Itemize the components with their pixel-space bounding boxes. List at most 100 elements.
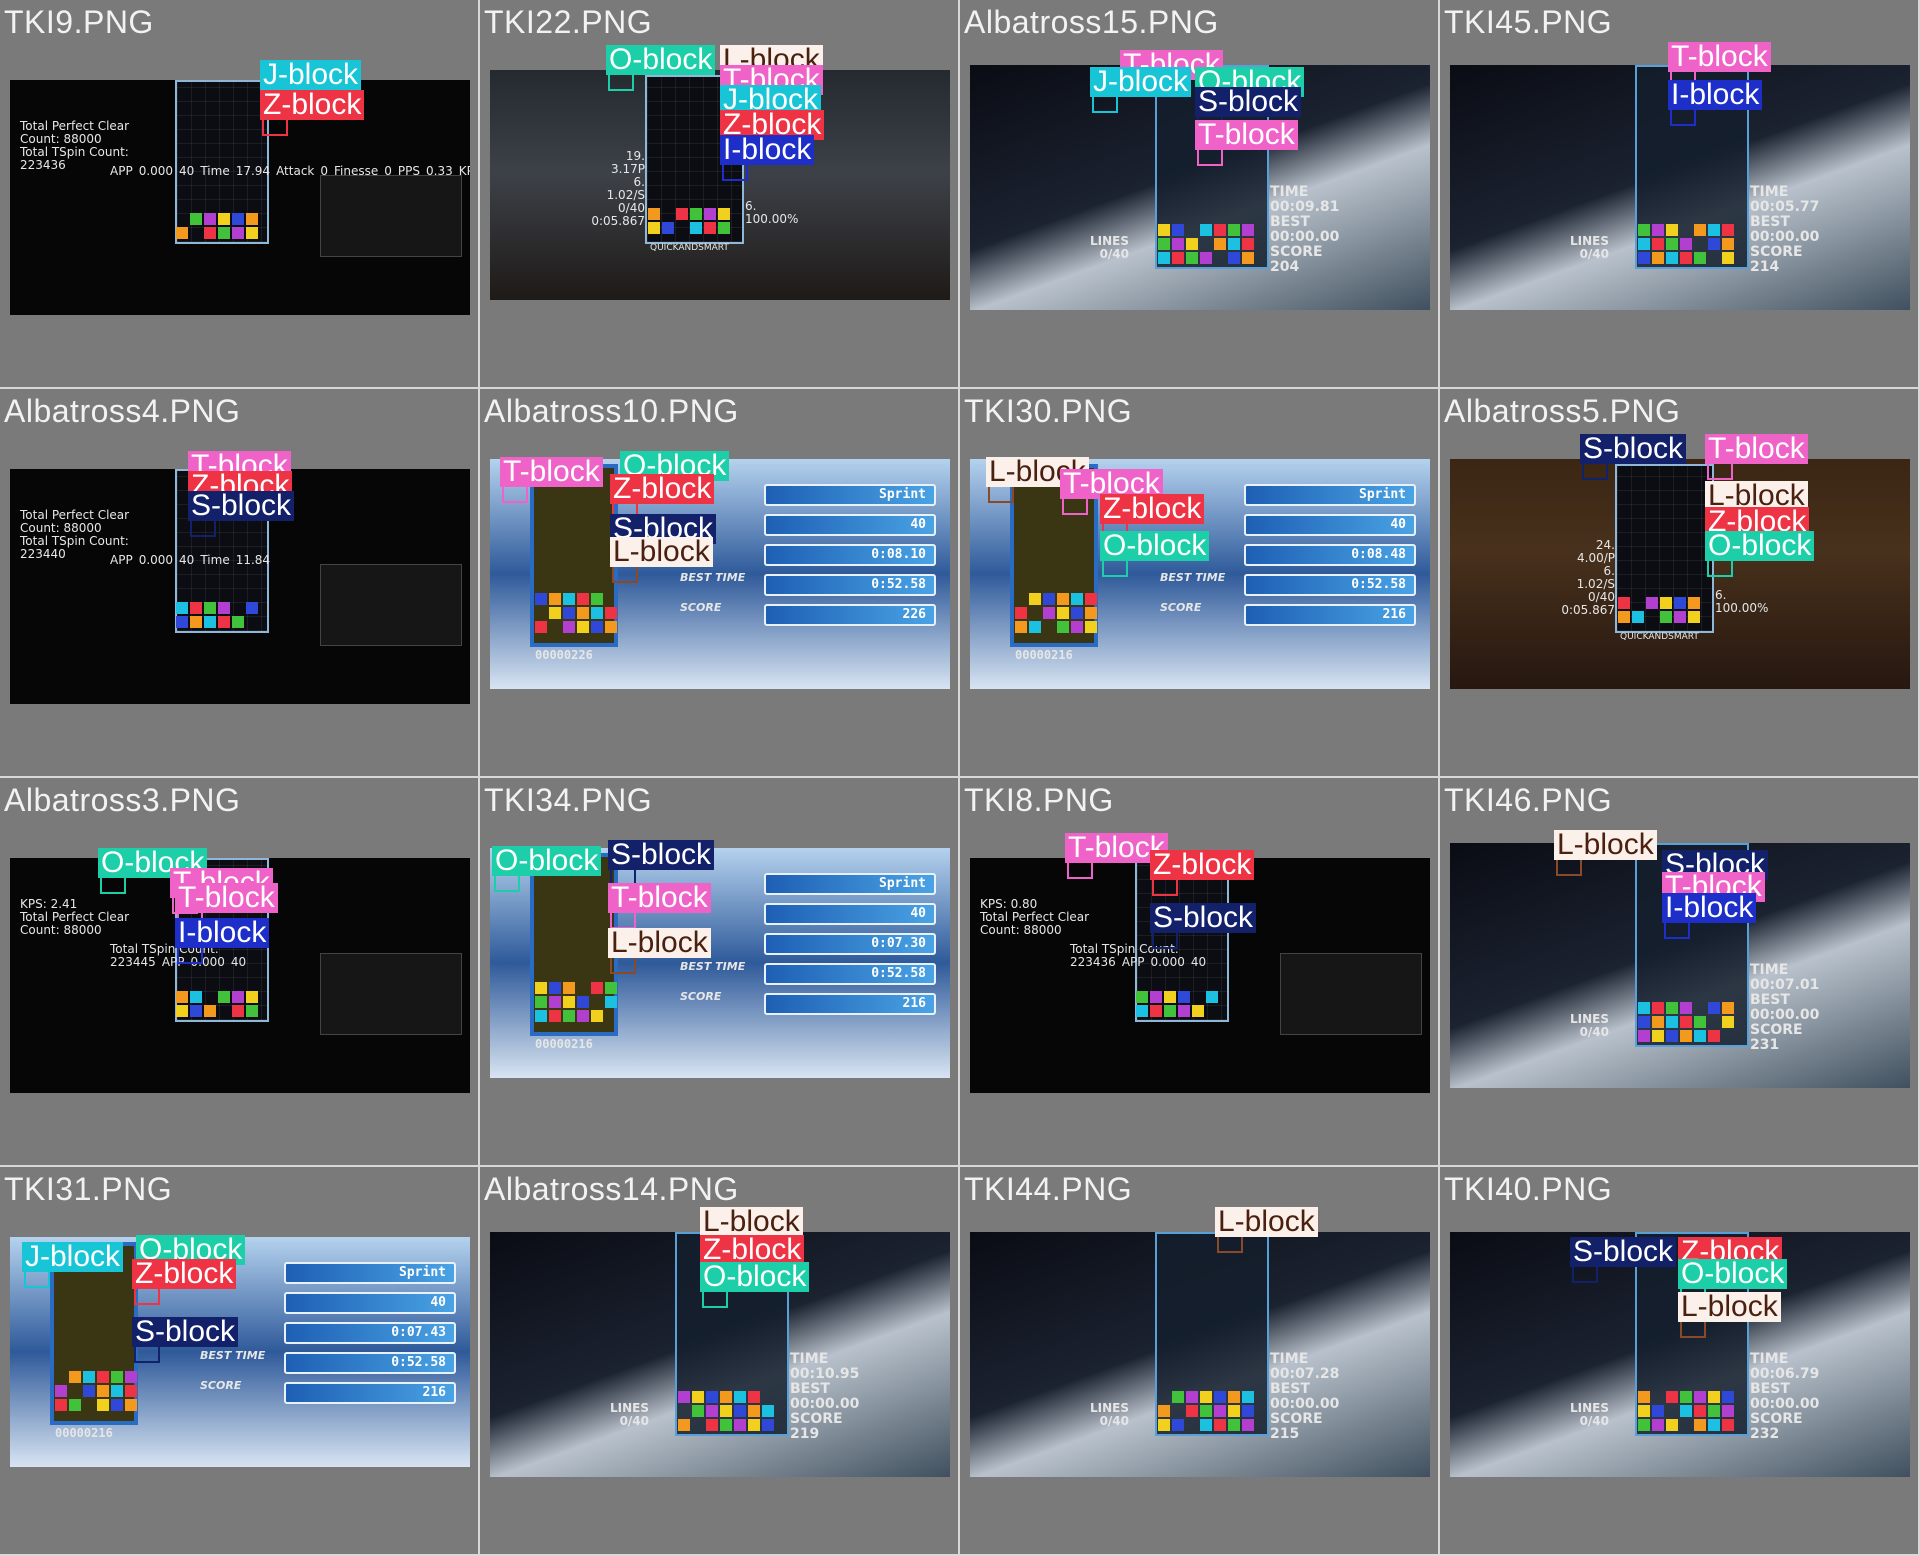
stack-cell bbox=[1722, 1405, 1734, 1417]
stat-value: 0.000 bbox=[138, 553, 174, 567]
stack-cell bbox=[1722, 238, 1734, 250]
tile-filename: Albatross5.PNG bbox=[1444, 393, 1681, 429]
detection-label: I-block bbox=[1662, 893, 1757, 923]
stack-cell bbox=[1029, 593, 1041, 605]
stack-cell bbox=[1178, 991, 1190, 1003]
stack-cell bbox=[734, 1419, 746, 1431]
stack-cell bbox=[720, 1391, 732, 1403]
detection-label: L-block bbox=[1678, 1292, 1781, 1322]
game-screenshot: 00000226 Sprint 40 0:08.10 0:52.58 226 BEST TI… bbox=[490, 459, 950, 689]
stack-cell bbox=[1666, 1030, 1678, 1042]
hud-bar: 40 bbox=[284, 1292, 456, 1314]
stat-text: TIME bbox=[1750, 184, 1789, 200]
hud-bar: 216 bbox=[1244, 604, 1416, 626]
tile-filename: TKI44.PNG bbox=[964, 1171, 1133, 1207]
stack-cell bbox=[1192, 1005, 1204, 1017]
stack-cell bbox=[1214, 1391, 1226, 1403]
stack-cell bbox=[111, 1371, 123, 1383]
stack-cell bbox=[605, 607, 617, 619]
detection-label: O-block bbox=[1705, 531, 1815, 561]
stack-cell bbox=[97, 1385, 109, 1397]
stat-text: 00:00.00 bbox=[1750, 229, 1820, 245]
mode-label: QUICKANDSMART bbox=[1620, 632, 1699, 642]
stack-cell bbox=[1666, 238, 1678, 250]
stack-cell bbox=[1043, 593, 1055, 605]
hud-caption: SCORE bbox=[200, 1379, 242, 1392]
image-tile: TKI34.PNG O-block S-block T-block L-block 000… bbox=[480, 778, 960, 1167]
stack-cell bbox=[1242, 1405, 1254, 1417]
stack-cell bbox=[549, 996, 561, 1008]
stat-text: SCORE bbox=[790, 1411, 843, 1427]
tile-filename: TKI45.PNG bbox=[1444, 4, 1613, 40]
stack-cell bbox=[706, 1391, 718, 1403]
stack-cell bbox=[111, 1385, 123, 1397]
detection-label: O-block bbox=[1100, 531, 1210, 561]
stack-cell bbox=[232, 991, 244, 1003]
stack-cell bbox=[1164, 1005, 1176, 1017]
stack-cell bbox=[563, 1010, 575, 1022]
stack-cell bbox=[762, 1405, 774, 1417]
stack-cell bbox=[176, 616, 188, 628]
hud-bar: 40 bbox=[1244, 514, 1416, 536]
stack-cell bbox=[1722, 1419, 1734, 1431]
game-screenshot: TIME 00:07.28 BEST 00:00.00 SCORE 215 LINES 0/4… bbox=[970, 1232, 1430, 1477]
stack-cell bbox=[1680, 1405, 1692, 1417]
stack-cell bbox=[1186, 224, 1198, 236]
hud-bar: 0:07.43 bbox=[284, 1322, 456, 1344]
stack-cell bbox=[69, 1399, 81, 1411]
stack-cell bbox=[83, 1371, 95, 1383]
stack-cell bbox=[720, 1405, 732, 1417]
stack-cell bbox=[1652, 224, 1664, 236]
stack-cell bbox=[1632, 597, 1644, 609]
stack-cell bbox=[1666, 1002, 1678, 1014]
image-tile: TKI31.PNG J-block O-block Z-block S-block 000… bbox=[0, 1167, 480, 1556]
stack-cell bbox=[1646, 611, 1658, 623]
stack-cell bbox=[1722, 1016, 1734, 1028]
hud-bar: 0:52.58 bbox=[764, 963, 936, 985]
stack-cell bbox=[1708, 1405, 1720, 1417]
stack-cell bbox=[577, 621, 589, 633]
stack-cell bbox=[549, 607, 561, 619]
score-counter: 00000216 bbox=[55, 1426, 113, 1440]
stat-text: 100.00% bbox=[1715, 601, 1769, 615]
stack-cell bbox=[246, 991, 258, 1003]
stack-cell bbox=[648, 208, 660, 220]
stack-cell bbox=[1722, 252, 1734, 264]
stack-cell bbox=[591, 593, 603, 605]
stack-cell bbox=[1652, 1405, 1664, 1417]
lines-panel: LINES 0/40 bbox=[1090, 1402, 1129, 1428]
stack-cell bbox=[678, 1419, 690, 1431]
stack-cell bbox=[535, 621, 547, 633]
stack-cell bbox=[1057, 621, 1069, 633]
game-screenshot: 24. 4.00/P 6. 1.02/S 0/40 0:05.867 QUICKANDSMA… bbox=[1450, 459, 1910, 689]
stack-cell bbox=[1164, 991, 1176, 1003]
detection-label: L-block bbox=[1215, 1207, 1318, 1237]
stack-cell bbox=[1708, 1002, 1720, 1014]
stack-cell bbox=[1666, 1419, 1678, 1431]
stat-value: 11.84 bbox=[235, 553, 271, 567]
stack-cell bbox=[232, 602, 244, 614]
stat-text: BEST bbox=[1750, 992, 1790, 1008]
stat-text: TIME bbox=[1270, 184, 1309, 200]
stack-cell bbox=[218, 991, 230, 1003]
stat-text: 00:07.01 bbox=[1750, 977, 1820, 993]
time-panel: TIME 00:05.77 BEST 00:00.00 SCORE 214 bbox=[1750, 185, 1819, 275]
stack-cell bbox=[83, 1399, 95, 1411]
stack-cell bbox=[1632, 611, 1644, 623]
image-tile: Albatross15.PNG T-block J-block O-block S-bl… bbox=[960, 0, 1440, 389]
stack-cell bbox=[692, 1419, 704, 1431]
stat-text: 00:00.00 bbox=[1750, 1396, 1820, 1412]
stack-cell bbox=[1680, 1419, 1692, 1431]
stack-cell bbox=[692, 1391, 704, 1403]
stack-cell bbox=[591, 621, 603, 633]
stack-cell bbox=[1666, 1405, 1678, 1417]
stat-text: 00:00.00 bbox=[1270, 229, 1340, 245]
image-tile: TKI30.PNG L-block T-block Z-block O-block 000… bbox=[960, 389, 1440, 778]
image-tile: TKI44.PNG L-block TIME 00:07.28 BEST 00:00.00… bbox=[960, 1167, 1440, 1556]
stack-cell bbox=[218, 602, 230, 614]
stack-cell bbox=[1172, 1405, 1184, 1417]
stack-cell bbox=[1085, 593, 1097, 605]
stack-cell bbox=[1178, 1005, 1190, 1017]
stats-panel: KPS: 0.80 Total Perfect Clear Count: 8800… bbox=[980, 898, 1130, 937]
stack-cell bbox=[1200, 252, 1212, 264]
